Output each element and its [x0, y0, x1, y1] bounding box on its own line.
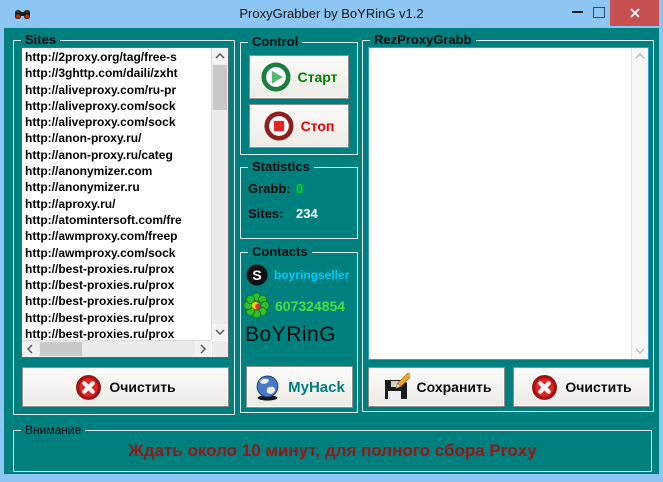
scrollbar-corner: [212, 341, 228, 357]
scroll-up-button[interactable]: [632, 48, 648, 64]
window-title: ProxyGrabber by BoYRinG v1.2: [239, 5, 424, 21]
scroll-right-button[interactable]: [195, 341, 211, 357]
skype-username: boyringseller: [274, 268, 350, 282]
chevron-up-icon: [215, 53, 225, 59]
globe-icon: [256, 375, 279, 401]
control-group: Control Старт Стоп: [240, 35, 358, 155]
sites-listbox[interactable]: http://2proxy.org/tag/free-s http://3ghtt…: [21, 47, 229, 358]
sites-count-value: 234: [296, 206, 318, 221]
list-item[interactable]: http://awmproxy.com/sock: [22, 245, 211, 261]
list-item[interactable]: http://best-proxies.ru/prox: [22, 293, 211, 309]
clear-result-label: Очистить: [565, 379, 632, 395]
scroll-down-button[interactable]: [632, 343, 648, 359]
stop-button[interactable]: Стоп: [249, 104, 349, 148]
result-vertical-scrollbar[interactable]: [631, 48, 648, 359]
myhack-button-label: MyHack: [288, 378, 345, 396]
list-item[interactable]: http://3ghttp.com/daili/zxht: [22, 65, 211, 81]
grabb-label: Grabb:: [248, 181, 291, 196]
save-button-label: Сохранить: [416, 379, 492, 395]
list-item[interactable]: http://anonymizer.ru: [22, 179, 211, 195]
scroll-down-button[interactable]: [212, 324, 228, 340]
list-item[interactable]: http://aliveproxy.com/sock: [22, 98, 211, 114]
floppy-pencil-icon: [384, 373, 410, 399]
list-item[interactable]: http://aproxy.ru/: [22, 196, 211, 212]
chevron-up-icon: [635, 53, 645, 59]
skype-contact-row: S boyringseller: [245, 263, 349, 287]
sites-stat-row: Sites: 234: [248, 206, 318, 221]
close-icon: [629, 8, 640, 18]
client-area: Sites http://2proxy.org/tag/free-s http:/…: [4, 28, 659, 474]
list-item[interactable]: http://best-proxies.ru/prox: [22, 326, 211, 340]
warning-group-label: Внимание: [21, 423, 86, 437]
title-bar[interactable]: ProxyGrabber by BoYRinG v1.2: [0, 0, 663, 28]
list-item[interactable]: http://anonymizer.com: [22, 163, 211, 179]
clear-result-button[interactable]: Очистить: [513, 367, 650, 407]
list-item[interactable]: http://aliveproxy.com/ru-pr: [22, 82, 211, 98]
maximize-button[interactable]: [588, 0, 610, 24]
play-circle-icon: [260, 62, 291, 92]
red-cross-circle-icon: [532, 374, 558, 400]
start-button-label: Старт: [297, 69, 338, 85]
stop-button-label: Стоп: [300, 118, 335, 134]
list-item[interactable]: http://aliveproxy.com/sock: [22, 114, 211, 130]
chevron-right-icon: [200, 344, 206, 354]
sites-list-items: http://2proxy.org/tag/free-s http://3ghtt…: [22, 49, 211, 340]
minimize-button[interactable]: [566, 0, 588, 24]
control-group-label: Control: [248, 35, 303, 49]
result-group-label: RezProxyGrabb: [370, 33, 476, 47]
close-button[interactable]: [610, 0, 659, 26]
list-item[interactable]: http://anon-proxy.ru/: [22, 130, 211, 146]
skype-icon: S: [246, 264, 268, 286]
sites-count-label: Sites:: [248, 206, 284, 221]
scroll-thumb[interactable]: [40, 342, 82, 356]
brand-text: BoYRinG: [245, 323, 337, 346]
warning-group: Внимание Ждать около 10 минут, для полно…: [13, 423, 652, 472]
list-item[interactable]: http://anon-proxy.ru/categ: [22, 147, 211, 163]
icq-number: 607324854: [275, 297, 346, 314]
icq-flower-icon: [243, 292, 270, 319]
list-item[interactable]: http://atomintersoft.com/fre: [22, 212, 211, 228]
result-group: RezProxyGrabb Сохранить Очистить: [362, 33, 654, 412]
app-window: ProxyGrabber by BoYRinG v1.2 Sites http:…: [0, 0, 663, 482]
contacts-group: Contacts S boyringseller 607324854 BoYRi…: [240, 245, 358, 413]
scroll-left-button[interactable]: [22, 341, 38, 357]
scroll-up-button[interactable]: [212, 48, 228, 64]
icq-contact-row: 607324854: [243, 292, 345, 319]
sites-group: Sites http://2proxy.org/tag/free-s http:/…: [13, 33, 235, 415]
stop-circle-icon: [264, 111, 294, 141]
clear-sites-label: Очистить: [109, 379, 176, 395]
grabb-value: 0: [296, 181, 304, 196]
result-textbox[interactable]: [368, 47, 649, 360]
statistics-group: Statistics Grabb: 0 Sites: 234: [240, 160, 358, 239]
list-item[interactable]: http://best-proxies.ru/prox: [22, 261, 211, 277]
list-item[interactable]: http://awmproxy.com/freep: [22, 228, 211, 244]
save-result-button[interactable]: Сохранить: [368, 367, 505, 407]
sites-horizontal-scrollbar[interactable]: [22, 340, 211, 357]
contacts-group-label: Contacts: [248, 245, 312, 259]
clear-sites-button[interactable]: Очистить: [22, 367, 229, 407]
chevron-left-icon: [27, 344, 33, 354]
start-button[interactable]: Старт: [249, 55, 349, 99]
scroll-thumb[interactable]: [213, 65, 227, 110]
list-item[interactable]: http://2proxy.org/tag/free-s: [22, 49, 211, 65]
grabb-stat-row: Grabb: 0: [248, 181, 303, 196]
chevron-down-icon: [215, 329, 225, 335]
minimize-icon: [571, 11, 583, 13]
list-item[interactable]: http://best-proxies.ru/prox: [22, 310, 211, 326]
chevron-down-icon: [635, 348, 645, 354]
sites-vertical-scrollbar[interactable]: [211, 48, 228, 340]
maximize-icon: [593, 6, 605, 18]
myhack-button[interactable]: MyHack: [246, 366, 353, 408]
svg-text:S: S: [252, 267, 261, 283]
warning-text: Ждать около 10 минут, для полного сбора …: [128, 441, 537, 460]
red-cross-circle-icon: [76, 374, 102, 400]
statistics-group-label: Statistics: [248, 160, 314, 174]
list-item[interactable]: http://best-proxies.ru/prox: [22, 277, 211, 293]
sites-group-label: Sites: [21, 33, 61, 47]
